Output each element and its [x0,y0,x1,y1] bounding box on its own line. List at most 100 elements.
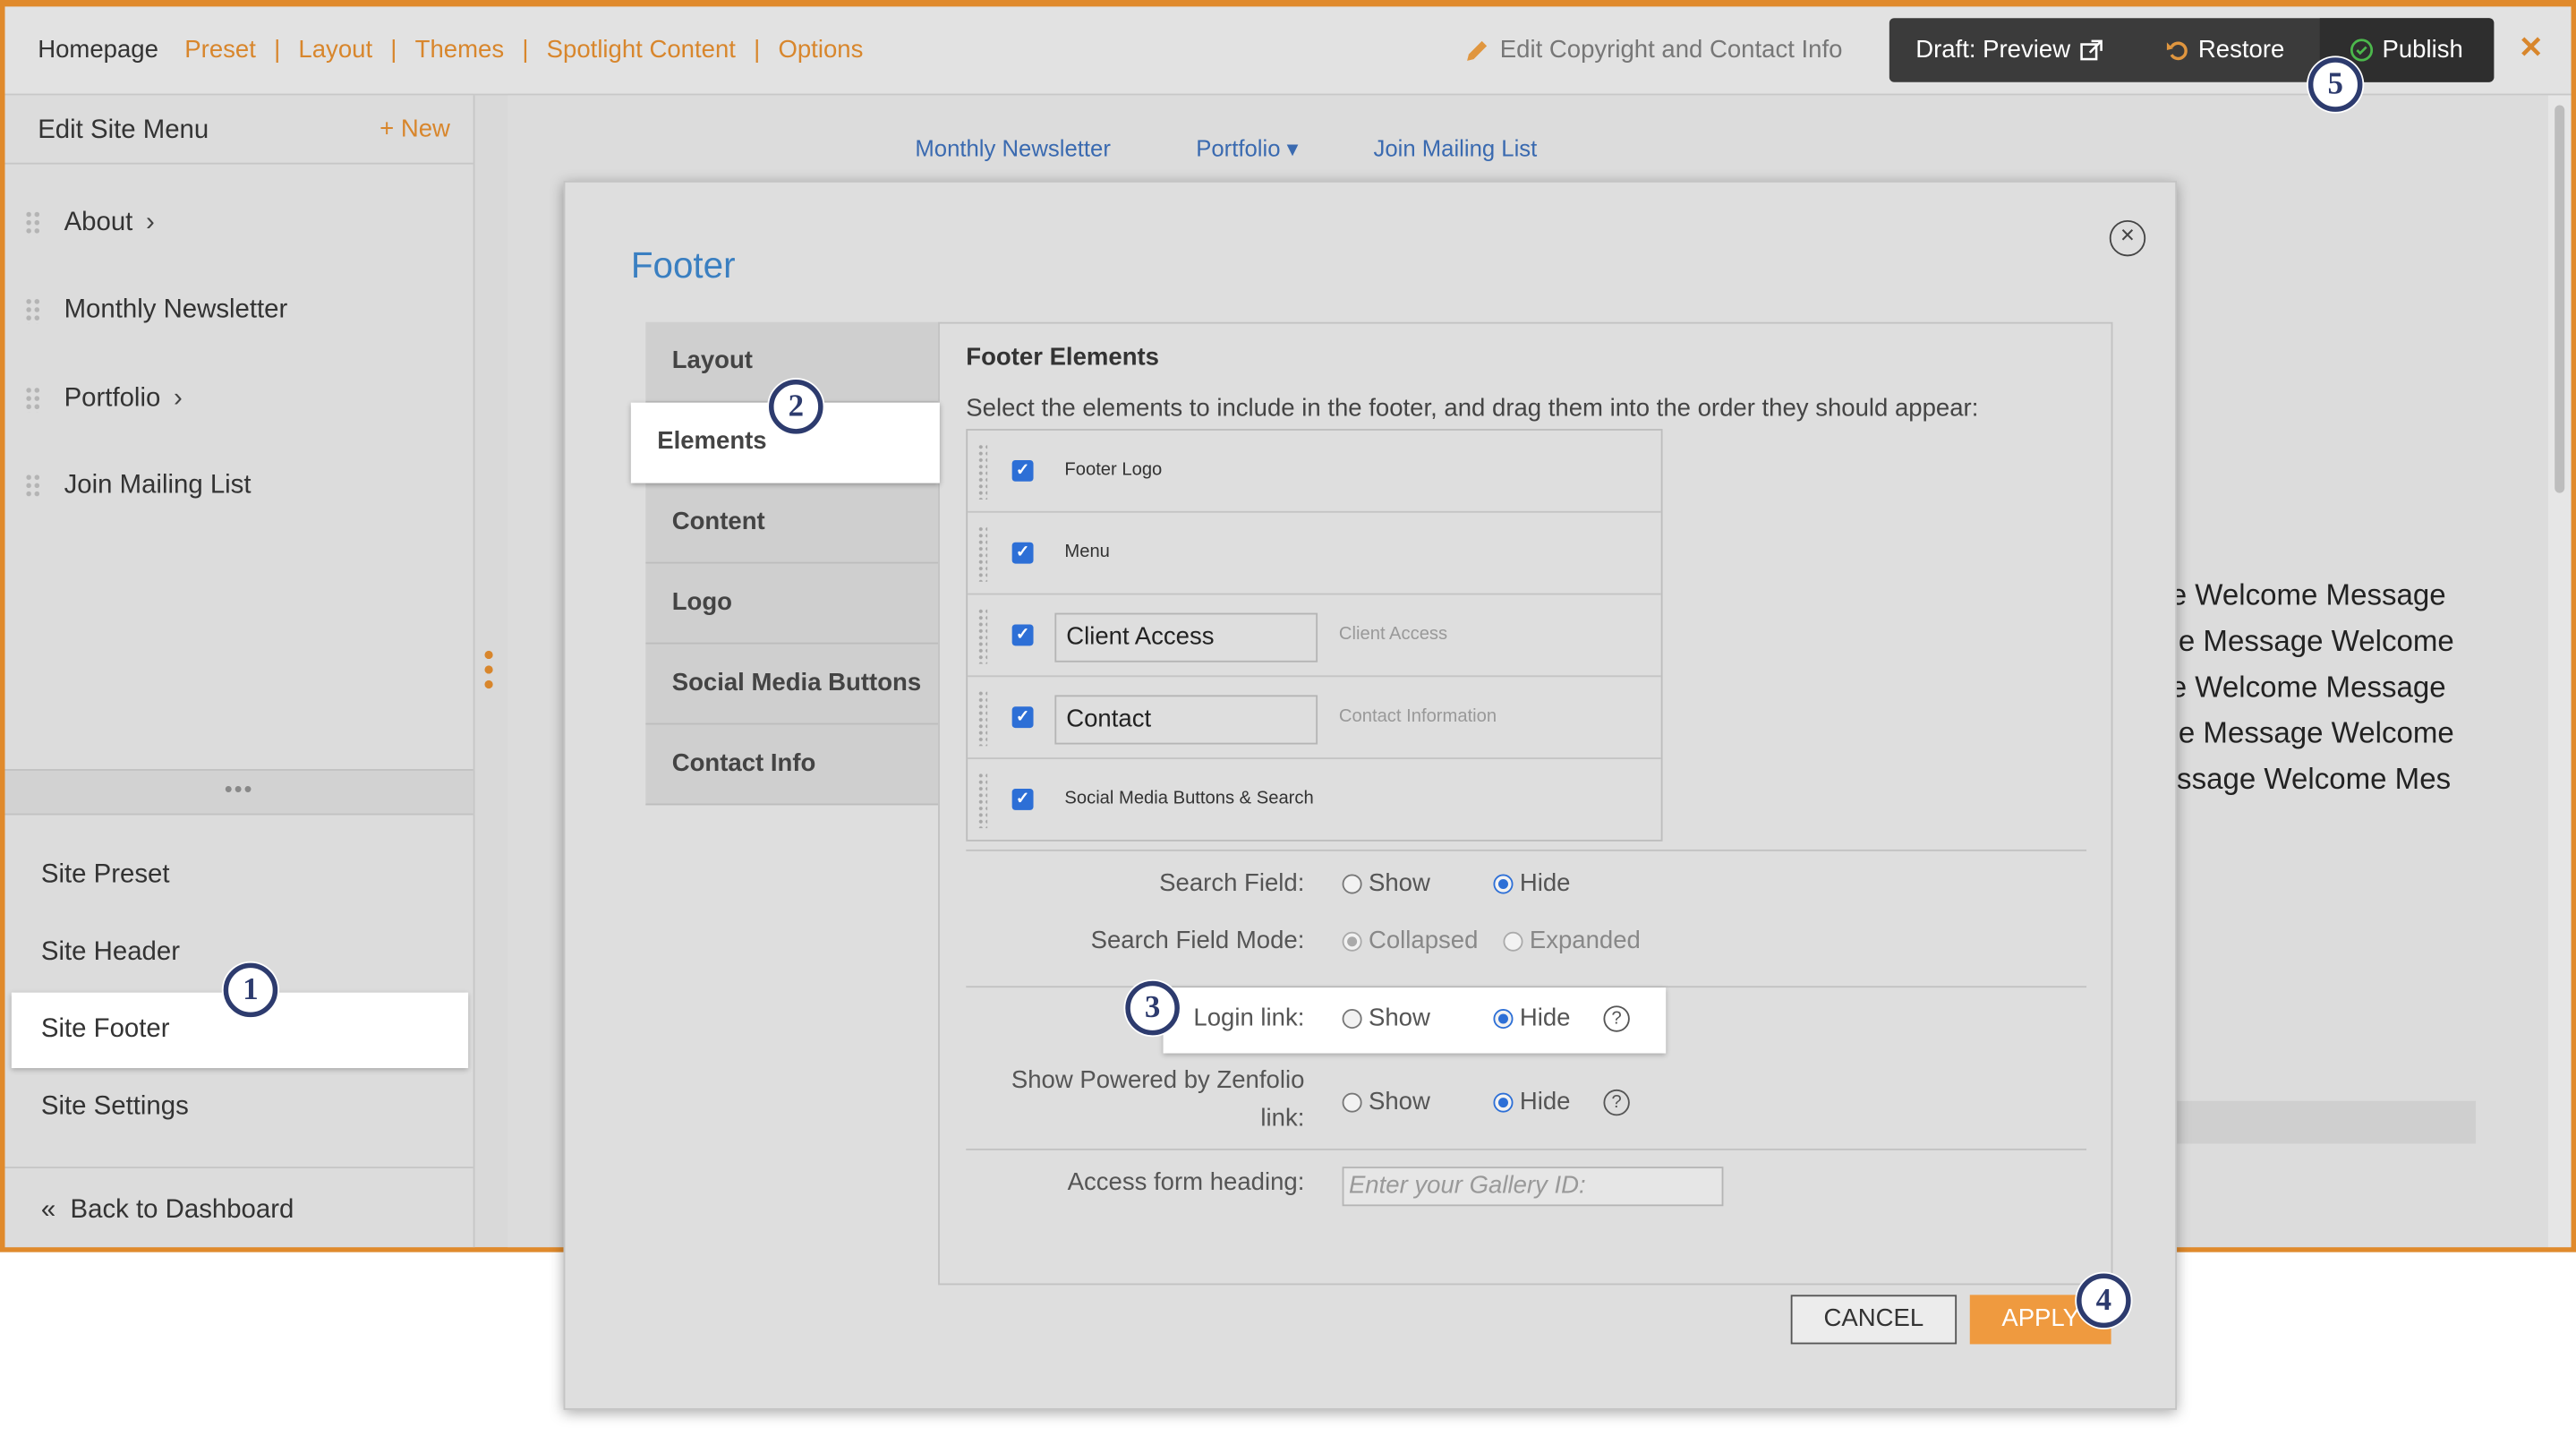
double-chevron-left-icon: « [40,1196,56,1225]
chevron-right-icon[interactable]: › [174,385,183,415]
themes-link[interactable]: Themes [415,36,504,64]
menu-item-join-mailing-list[interactable]: Join Mailing List [24,462,252,511]
list-item[interactable]: ✓ Menu [968,513,1661,595]
nav-separator: | [274,36,281,64]
callout-badge-3: 3 [1125,980,1180,1036]
check-circle-icon [2350,38,2374,62]
preview-nav-join-mailing-list[interactable]: Join Mailing List [1373,135,1537,161]
section-description: Select the elements to include in the fo… [966,394,1979,423]
radio-circle [1342,930,1362,951]
drag-handle-icon[interactable] [977,772,988,829]
search-field-hide-radio[interactable]: Hide [1493,869,1570,897]
tab-logo[interactable]: Logo [645,563,942,645]
powered-by-show-radio[interactable]: Show [1342,1088,1430,1116]
homepage-link[interactable]: Homepage [38,36,158,64]
close-circle-icon[interactable]: × [2109,219,2146,257]
contact-input[interactable]: Contact [1054,695,1318,745]
search-field-show-radio[interactable]: Show [1342,869,1430,897]
scrollbar-thumb[interactable] [2555,105,2565,493]
callout-badge-2: 2 [769,380,823,434]
menu-item-portfolio[interactable]: Portfolio › [24,374,183,423]
welcome-message-text: ge Welcome Message me Message Welcome ge… [2154,572,2482,802]
close-icon[interactable]: ✕ [2519,31,2544,66]
edit-copyright-label: Edit Copyright and Contact Info [1499,36,1843,64]
edit-copyright-link[interactable]: Edit Copyright and Contact Info [1463,36,1842,64]
help-icon[interactable]: ? [1603,1089,1630,1116]
layout-link[interactable]: Layout [298,36,372,64]
menu-item-monthly-newsletter[interactable]: Monthly Newsletter [24,286,288,335]
drag-handle-icon[interactable] [977,443,988,500]
tab-contact-info[interactable]: Contact Info [645,724,942,806]
search-mode-label: Search Field Mode: [1090,927,1305,955]
drag-handle-icon[interactable] [24,297,41,324]
list-item[interactable]: ✓ Client Access Client Access [968,594,1661,678]
draft-preview-button[interactable]: Draft: Preview [1889,36,2136,64]
options-link[interactable]: Options [778,36,863,64]
element-label: Social Media Buttons & Search [1064,789,1314,809]
drag-handle-icon[interactable] [24,473,41,500]
footer-modal: Footer × Layout Elements Content Logo So… [563,180,2178,1410]
checkbox-client-access[interactable]: ✓ [1011,624,1034,646]
checkbox-social-media-search[interactable]: ✓ [1011,789,1034,810]
list-item[interactable]: ✓ Contact Contact Information [968,677,1661,760]
radio-circle [1493,1008,1514,1029]
drag-handle-icon[interactable] [977,608,988,664]
nav-separator: | [754,36,761,64]
element-label: Footer Logo [1064,459,1163,480]
back-label: Back to Dashboard [70,1196,294,1225]
footer-elements-list: ✓ Footer Logo ✓ Menu ✓ Client Access Cli… [966,429,1663,842]
menu-item-about[interactable]: About › [24,199,155,248]
preset-link[interactable]: Preset [184,36,256,64]
tab-content[interactable]: Content [645,483,942,564]
publish-toolbar: Draft: Preview Restore Publish [1889,18,2495,82]
drag-handle-icon[interactable] [977,689,988,747]
checkbox-footer-logo[interactable]: ✓ [1011,459,1034,482]
help-icon[interactable]: ? [1603,1005,1630,1032]
list-item[interactable]: ✓ Footer Logo [968,431,1661,513]
radio-label: Show [1368,1088,1430,1116]
panel-resize-handle[interactable] [484,650,494,696]
login-link-hide-radio[interactable]: Hide [1493,1004,1570,1032]
site-settings-item[interactable]: Site Settings [12,1070,468,1145]
back-to-dashboard-link[interactable]: « Back to Dashboard [4,1167,473,1247]
callout-badge-4: 4 [2077,1273,2131,1329]
menu-item-label: Portfolio [64,384,161,413]
preview-nav-portfolio[interactable]: Portfolio ▾ [1196,135,1298,163]
section-title: Footer Elements [966,343,1160,372]
welcome-line: me Message Welcome [2154,624,2454,658]
search-mode-collapsed-radio[interactable]: Collapsed [1342,927,1478,954]
new-menu-item-button[interactable]: + New [380,115,450,142]
chevron-right-icon[interactable]: › [146,209,155,238]
cancel-button[interactable]: CANCEL [1790,1295,1958,1345]
checkbox-contact[interactable]: ✓ [1011,706,1034,729]
preview-scrollbar[interactable] [2547,95,2572,1248]
list-item[interactable]: ✓ Social Media Buttons & Search [968,759,1661,842]
site-preset-item[interactable]: Site Preset [12,838,468,913]
search-mode-expanded-radio[interactable]: Expanded [1503,927,1641,955]
client-access-input[interactable]: Client Access [1054,612,1318,662]
radio-label: Hide [1519,868,1571,898]
drag-handle-icon[interactable] [24,386,41,413]
checkbox-menu[interactable]: ✓ [1011,542,1034,564]
spotlight-content-link[interactable]: Spotlight Content [547,36,736,64]
pencil-icon [1467,39,1488,60]
panel-splitter[interactable]: ••• [4,769,473,816]
access-heading-label: Access form heading: [1067,1168,1305,1197]
undo-icon [2166,41,2188,61]
gallery-id-input[interactable]: Enter your Gallery ID: [1342,1167,1724,1207]
menu-item-label: Monthly Newsletter [64,295,288,324]
drag-handle-icon[interactable] [24,209,41,237]
welcome-line: ge Welcome Message [2154,578,2446,611]
tab-social-media-buttons[interactable]: Social Media Buttons [645,644,942,725]
powered-by-hide-radio[interactable]: Hide [1493,1088,1570,1115]
restore-button[interactable]: Restore [2136,36,2320,64]
preview-nav-monthly-newsletter[interactable]: Monthly Newsletter [915,135,1111,161]
top-nav: Homepage Preset | Layout | Themes | Spot… [38,36,863,64]
element-label: Menu [1064,542,1110,562]
login-link-show-radio[interactable]: Show [1342,1004,1430,1032]
drag-handle-icon[interactable] [977,526,988,582]
publish-label: Publish [2382,36,2463,64]
radio-label: Expanded [1529,927,1641,955]
menu-item-label: About [64,209,133,237]
welcome-line: ge Welcome Message [2154,670,2446,704]
